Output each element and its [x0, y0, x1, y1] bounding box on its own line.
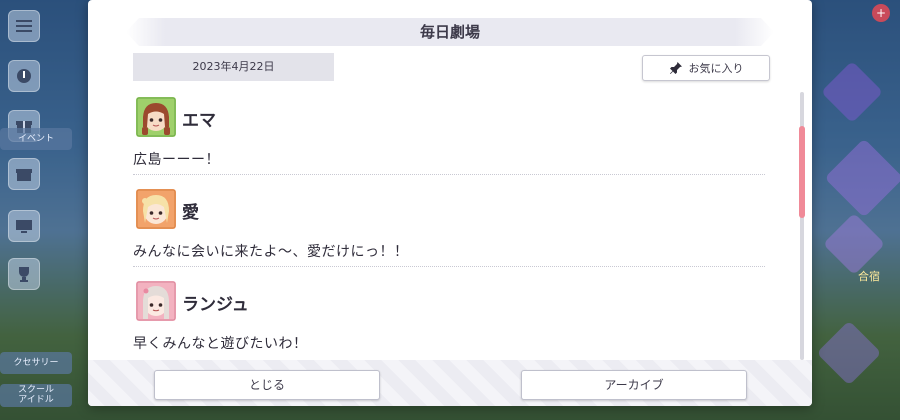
dialogue-entry-ai: 愛 みんなに会いに来たよ〜、愛だけにっ！！: [133, 184, 773, 276]
daily-theater-dialog: 毎日劇場 2023年4月22日 お気に入り エマ 広島ーーー！ 愛 みんなに会い…: [88, 0, 812, 406]
dialogue-text: みんなに会いに来たよ〜、愛だけにっ！！: [133, 244, 409, 260]
background-left-menu: イベント クセサリー スクール アイドル: [0, 0, 88, 420]
pin-icon: [669, 62, 682, 74]
speaker-name: ランジュ: [182, 295, 249, 315]
school-idol-label: スクール アイドル: [0, 384, 72, 407]
scrollbar[interactable]: [799, 92, 805, 360]
dialogue-entry-emma: エマ 広島ーーー！: [133, 92, 773, 184]
camp-label: 合宿: [858, 270, 880, 283]
dialog-footer: とじる アーカイブ: [88, 360, 812, 406]
accessory-label: クセサリー: [0, 352, 72, 374]
close-button[interactable]: とじる: [154, 370, 380, 400]
gift-icon: [8, 158, 40, 190]
monitor-icon: [8, 210, 40, 242]
favorite-button[interactable]: お気に入り: [642, 55, 770, 81]
dialogue-text: 広島ーーー！: [133, 152, 220, 168]
divider: [133, 266, 765, 267]
divider: [133, 174, 765, 175]
favorite-label: お気に入り: [688, 62, 744, 75]
bg-tile: [824, 138, 900, 218]
date-label: 2023年4月22日: [133, 53, 334, 81]
bg-tile: [820, 60, 884, 124]
trophy-icon: [8, 258, 40, 290]
avatar-emma: [136, 97, 176, 137]
bg-tile: [816, 320, 882, 386]
notification-plus-icon: +: [872, 4, 890, 22]
avatar-lanzhu: [136, 281, 176, 321]
scrollbar-thumb[interactable]: [799, 126, 805, 218]
event-label: イベント: [0, 128, 72, 150]
title-bar: 毎日劇場: [126, 18, 774, 46]
dialogue-list[interactable]: エマ 広島ーーー！ 愛 みんなに会いに来たよ〜、愛だけにっ！！ ランジュ 早くみ…: [133, 92, 773, 362]
bg-tile: [822, 212, 886, 276]
menu-icon: [8, 10, 40, 42]
dialogue-entry-lanzhu: ランジュ 早くみんなと遊びたいわ！: [133, 276, 773, 362]
archive-button[interactable]: アーカイブ: [521, 370, 747, 400]
dialog-title: 毎日劇場: [419, 23, 480, 41]
speaker-name: エマ: [182, 111, 216, 131]
dialogue-text: 早くみんなと遊びたいわ！: [133, 336, 308, 352]
background-right-menu: [812, 0, 900, 420]
speaker-name: 愛: [182, 203, 199, 223]
avatar-ai: [136, 189, 176, 229]
notice-icon: [8, 60, 40, 92]
